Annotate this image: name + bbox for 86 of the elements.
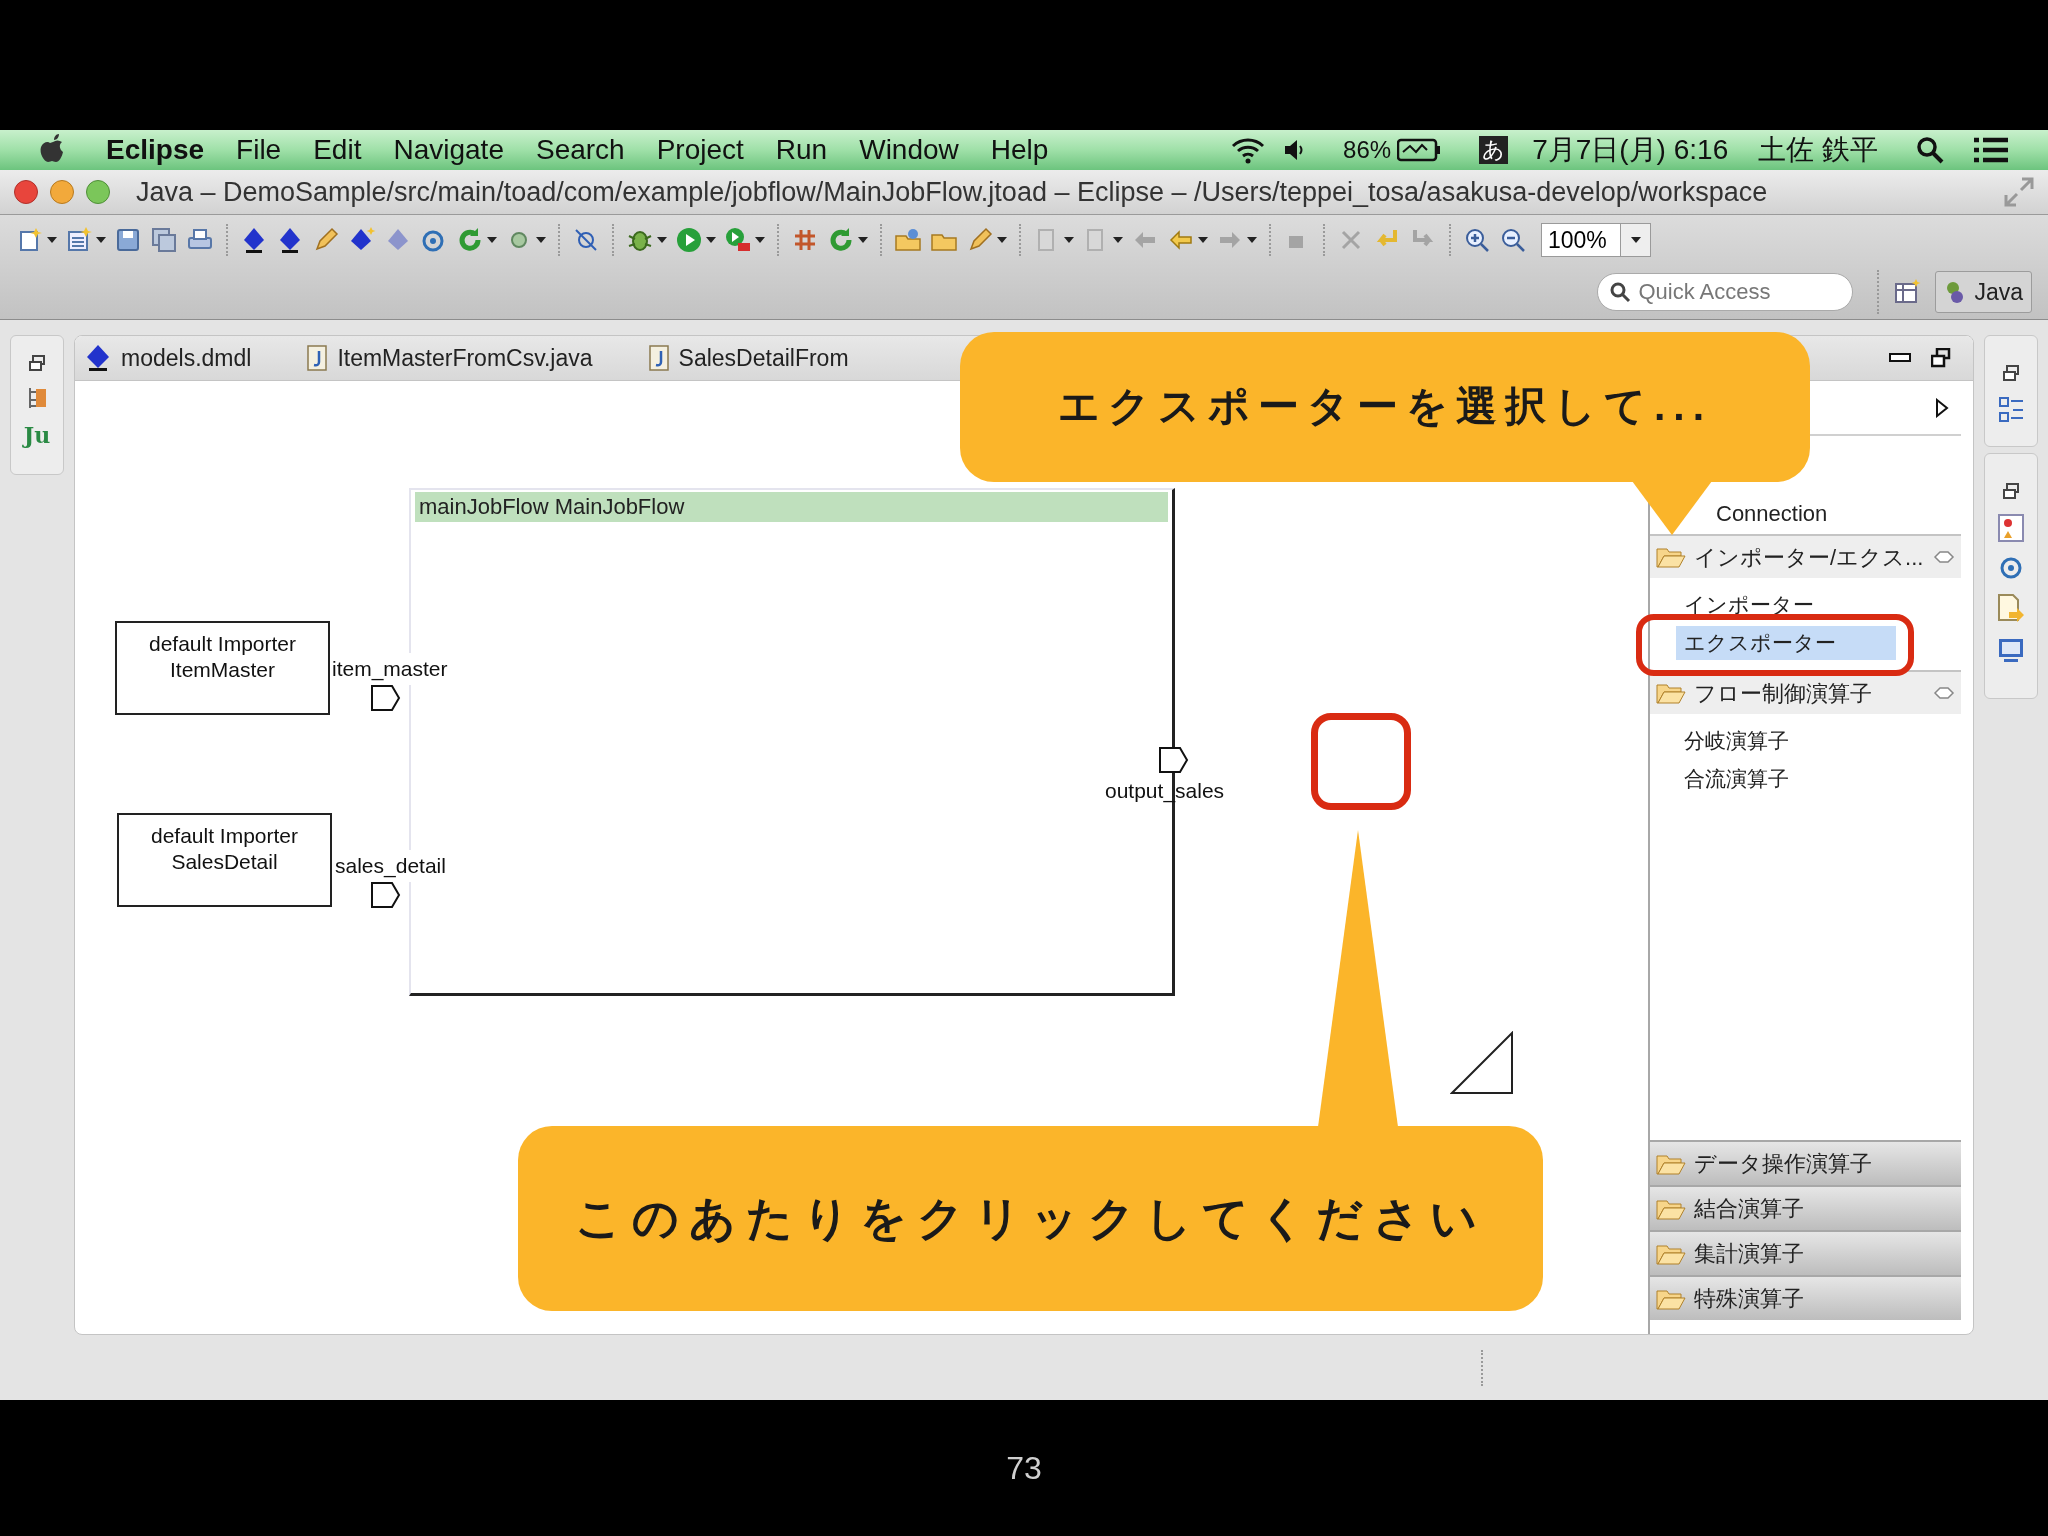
caret-icon[interactable]: [536, 235, 546, 244]
open-perspective-icon[interactable]: [1893, 277, 1922, 306]
palette-tool[interactable]: Connection: [1650, 494, 1961, 534]
folder-icon: [1656, 1152, 1686, 1175]
palette-drawer-header[interactable]: 集計演算子: [1650, 1230, 1961, 1275]
editor-tab[interactable]: models.dmdl: [85, 340, 252, 376]
caret-icon[interactable]: [858, 235, 868, 244]
search-icon[interactable]: [1916, 136, 1944, 164]
folder-icon: [1656, 682, 1686, 704]
list-icon[interactable]: [1972, 136, 2010, 164]
window-title: Java – DemoSample/src/main/toad/com/example/jobflow/MainJobFlow.jtoad – Eclipse – /Users/teppei_tosa/asakusa-develop/workspace: [136, 175, 1768, 209]
zoom-combo[interactable]: 100%: [1541, 222, 1651, 257]
output-port: [1159, 747, 1189, 773]
caret-icon[interactable]: [47, 235, 57, 244]
menu-item[interactable]: Navigate: [393, 129, 504, 171]
menu-item[interactable]: Edit: [313, 129, 362, 171]
caret-icon[interactable]: [96, 235, 106, 244]
minimize-button[interactable]: [50, 180, 74, 204]
caret-icon[interactable]: [1113, 235, 1123, 244]
palette-item[interactable]: 分岐演算子: [1676, 724, 1896, 758]
input-mode-indicator[interactable]: あ: [1479, 136, 1509, 164]
battery-percent: 86%: [1343, 135, 1392, 165]
caret-icon[interactable]: [487, 235, 497, 244]
floppies-icon[interactable]: [150, 225, 178, 254]
palette-drawer-header[interactable]: インポーター/エクス...: [1650, 534, 1961, 578]
node-label: SalesDetail: [171, 849, 278, 875]
caret-icon[interactable]: [1630, 235, 1641, 244]
outline-icon[interactable]: [1998, 396, 2024, 424]
wifi-icon[interactable]: [1231, 136, 1266, 164]
user-name[interactable]: 土佐 鉄平: [1758, 129, 1878, 171]
diamond-icon: [85, 344, 111, 372]
monitor-icon[interactable]: [1998, 638, 2024, 664]
junit-badge[interactable]: Ju: [23, 424, 51, 446]
menu-item[interactable]: Help: [990, 129, 1049, 171]
palette-drawer-header[interactable]: 結合演算子: [1650, 1185, 1961, 1230]
triangle-arrow-icon[interactable]: [1935, 397, 1949, 418]
menu-clock[interactable]: 7月7日(月) 6:16: [1532, 129, 1729, 171]
java-file-icon: [648, 345, 669, 371]
palette-drawer-header[interactable]: 特殊演算子: [1650, 1275, 1961, 1320]
new-list-icon[interactable]: [65, 225, 93, 254]
editor-tab[interactable]: SalesDetailFrom: [648, 340, 849, 376]
hierarchy-icon[interactable]: [26, 386, 48, 410]
palette-item[interactable]: インポーター: [1676, 588, 1896, 622]
battery-icon[interactable]: [1397, 138, 1442, 162]
palette-item[interactable]: 合流演算子: [1676, 762, 1896, 796]
app-menu[interactable]: Eclipse: [106, 129, 205, 171]
node-label: default Importer: [148, 631, 297, 657]
quick-access-field[interactable]: Quick Access: [1597, 272, 1854, 311]
jobflow-title: mainJobFlow MainJobFlow: [415, 492, 1168, 522]
node-label: ItemMaster: [170, 657, 275, 683]
folder-icon: [1656, 546, 1686, 568]
java-perspective-button[interactable]: Java: [1935, 270, 2032, 313]
folder-icon: [1656, 1197, 1686, 1220]
close-button[interactable]: [14, 180, 38, 204]
restore-icon[interactable]: [28, 354, 46, 372]
menu-item[interactable]: Project: [656, 129, 744, 171]
folder-icon: [1656, 1287, 1686, 1310]
maximize-icon[interactable]: [1931, 348, 1951, 368]
minimize-icon[interactable]: [1889, 353, 1911, 363]
caret-icon[interactable]: [1198, 235, 1208, 244]
node-label: default Importer: [150, 823, 299, 849]
page-number: 73: [1006, 1449, 1042, 1488]
menu-item[interactable]: Window: [859, 129, 959, 171]
resize-handle-icon[interactable]: [1450, 1031, 1514, 1095]
document-arrow-icon[interactable]: [1997, 594, 2025, 624]
menu-item[interactable]: Run: [775, 129, 828, 171]
folder-icon: [1656, 1242, 1686, 1265]
caret-icon[interactable]: [657, 235, 667, 244]
editor-tab[interactable]: ItemMasterFromCsv.java: [307, 340, 593, 376]
caret-icon[interactable]: [997, 235, 1007, 244]
caret-icon[interactable]: [1247, 235, 1257, 244]
restore-icon[interactable]: [2002, 364, 2020, 382]
caret-icon[interactable]: [1064, 235, 1074, 244]
java-file-icon: [307, 345, 328, 371]
menu-item[interactable]: File: [236, 129, 282, 171]
restore-icon[interactable]: [2002, 482, 2020, 500]
play-toolbox-icon[interactable]: [724, 225, 752, 254]
menu-item[interactable]: Search: [535, 129, 625, 171]
search-icon: [1609, 280, 1632, 303]
zoom-button[interactable]: [86, 180, 110, 204]
shapes-icon[interactable]: [1998, 514, 2024, 542]
palette-item[interactable]: エクスポーター: [1676, 626, 1896, 660]
palette-drawer-header[interactable]: データ操作演算子: [1650, 1140, 1961, 1185]
caret-icon[interactable]: [755, 235, 765, 244]
caret-icon[interactable]: [706, 235, 716, 244]
callout-bubble: このあたりをクリックしてください: [518, 1126, 1543, 1311]
